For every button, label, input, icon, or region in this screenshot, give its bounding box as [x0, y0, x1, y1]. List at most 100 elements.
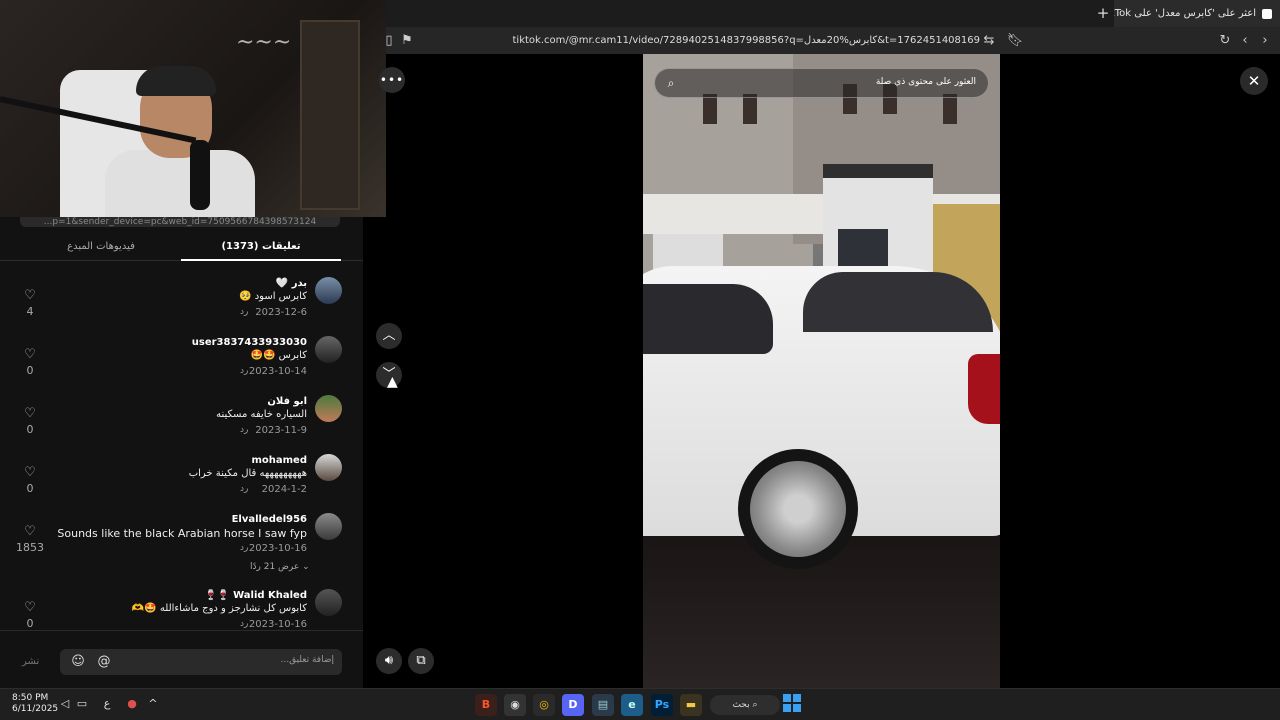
url-field[interactable]: tiktok.com/@mr.cam11/video/7289402514837… — [420, 33, 980, 49]
photoshop-icon[interactable]: Ps — [651, 694, 673, 716]
previous-video-button[interactable]: ︿ — [376, 323, 402, 349]
comment-username[interactable]: Elvalledel956 — [232, 514, 307, 525]
chevron-down-icon: ⌄ — [299, 562, 310, 572]
avatar[interactable] — [315, 336, 342, 363]
obs-icon[interactable]: ◉ — [504, 694, 526, 716]
avatar[interactable] — [315, 589, 342, 616]
comment-text: كابرس اسود 🥺 — [239, 291, 307, 302]
reply-button[interactable]: رد — [240, 366, 248, 376]
task-view-icon[interactable]: ▤ — [592, 694, 614, 716]
mouse-cursor-icon: ▲ — [387, 374, 398, 390]
bookmark-icon[interactable]: 🔖︎ — [1006, 32, 1024, 50]
comment-item: بدر 🤍 كابرس اسود 🥺 2023-12-6 رد ♡ 4 — [0, 277, 363, 335]
heart-icon[interactable]: ♡ — [23, 525, 37, 539]
taskbar: 8:50 PM 6/11/2025 ◁ ▭ ع ● ^ B ◉ ◎ D ▤ e … — [0, 688, 1280, 720]
video-window — [703, 94, 717, 124]
avatar[interactable] — [315, 454, 342, 481]
comment-date: 2023-11-9 — [255, 425, 307, 436]
comment-date: 2023-12-6 — [255, 307, 307, 318]
comment-input[interactable]: ☺ @ إضافة تعليق... — [60, 649, 342, 675]
microphone-image — [190, 140, 210, 210]
reply-button[interactable]: رد — [240, 619, 248, 629]
file-explorer-icon[interactable]: ▬ — [680, 694, 702, 716]
browser-tab[interactable]: اعثر على 'كابرس معدل' على TikTok — [1114, 0, 1280, 27]
back-icon[interactable]: › — [1256, 32, 1274, 50]
forward-icon[interactable]: ‹ — [1236, 32, 1254, 50]
like-count: 0 — [26, 423, 34, 436]
comment-username[interactable]: ابو فلان — [267, 396, 307, 407]
comment-item: user3837433933030 كابرس 🤩🤩 2023-10-14 رد… — [0, 336, 363, 394]
related-search-input[interactable]: ⌕ العثور على محتوى ذي صلة — [654, 68, 989, 98]
comment-username[interactable]: mohamed — [251, 455, 307, 466]
search-icon[interactable]: ⌕ — [663, 75, 679, 91]
comment-item: mohamed هههههههههه قال مكينة خراب 2024-1… — [0, 454, 363, 512]
like-count: 4 — [26, 305, 34, 318]
comment-username[interactable]: بدر 🤍 — [276, 278, 307, 289]
mention-icon[interactable]: @ — [96, 654, 112, 670]
comment-text: السياره خايفه مسكينه — [216, 409, 307, 420]
tab-creator-videos[interactable]: فيديوهات المبدع — [21, 237, 181, 261]
video-player[interactable] — [643, 54, 1000, 688]
avatar[interactable] — [315, 513, 342, 540]
reply-button[interactable]: رد — [240, 425, 248, 435]
reply-button[interactable]: رد — [240, 543, 248, 553]
brave-browser-icon[interactable]: B — [475, 694, 497, 716]
comment-date: 2023-10-16 — [248, 543, 307, 554]
comment-date: 2024-1-2 — [261, 484, 307, 495]
clock-date: 6/11/2025 — [12, 704, 59, 714]
input-language-indicator[interactable]: ع — [100, 697, 114, 711]
tab-comments[interactable]: تعليقات (1373) — [181, 237, 341, 261]
heart-icon[interactable]: ♡ — [23, 289, 37, 303]
video-rim — [750, 461, 846, 557]
share-link[interactable]: ...p=1&sender_device=pc&web_id=750956678… — [20, 217, 340, 227]
avatar[interactable] — [315, 395, 342, 422]
close-video-button[interactable]: ✕ — [1240, 67, 1268, 95]
taskbar-search-label: بحث — [732, 700, 750, 710]
avatar[interactable] — [315, 277, 342, 304]
heart-icon[interactable]: ♡ — [23, 466, 37, 480]
heart-icon[interactable]: ♡ — [23, 601, 37, 615]
comment-text: Sounds like the black Arabian horse I sa… — [57, 527, 307, 540]
taskbar-search[interactable]: ⌕ بحث — [710, 695, 780, 715]
comment-text: كابرس 🤩🤩 — [250, 350, 307, 361]
video-window — [743, 94, 757, 124]
comment-placeholder: إضافة تعليق... — [280, 655, 334, 665]
chrome-icon[interactable]: ◎ — [533, 694, 555, 716]
neon-sign-image: ~~~ — [236, 30, 292, 55]
emoji-icon[interactable]: ☺ — [70, 654, 86, 670]
speaker-icon[interactable]: ◁ — [58, 697, 72, 711]
reply-button[interactable]: رد — [240, 307, 248, 317]
heart-icon[interactable]: ♡ — [23, 407, 37, 421]
volume-icon[interactable]: 🔊︎ — [376, 648, 402, 674]
site-settings-icon[interactable]: ⇆ — [980, 32, 998, 50]
tiktok-favicon-icon — [1262, 8, 1272, 19]
search-icon: ⌕ — [749, 700, 758, 710]
windows-start-icon[interactable] — [783, 694, 801, 712]
view-replies-label: عرض 21 ردًا — [250, 562, 300, 572]
reply-button[interactable]: رد — [240, 484, 248, 494]
clock-time: 8:50 PM — [12, 693, 49, 703]
video-taillight — [968, 354, 1000, 424]
heart-icon[interactable]: ♡ — [23, 348, 37, 362]
comment-date: 2023-10-14 — [248, 366, 307, 377]
chevron-up-icon[interactable]: ^ — [146, 697, 160, 711]
video-car-window — [643, 284, 773, 354]
discord-icon[interactable]: D — [562, 694, 584, 716]
microphone-icon[interactable]: ● — [125, 697, 139, 711]
view-replies-button[interactable]: ⌄ عرض 21 ردًا — [250, 562, 310, 572]
new-tab-button[interactable]: + — [1094, 4, 1112, 22]
picture-in-picture-icon[interactable]: ⧉ — [408, 648, 434, 674]
edge-icon[interactable]: e — [621, 694, 643, 716]
more-options-button[interactable]: ••• — [379, 67, 405, 93]
person-body-image — [105, 150, 255, 217]
brave-shields-icon[interactable]: ⚑ — [398, 32, 416, 50]
video-pump-screen — [838, 229, 888, 267]
like-count: 0 — [26, 617, 34, 630]
system-clock[interactable]: 8:50 PM 6/11/2025 — [12, 693, 58, 715]
video-car-window — [803, 272, 993, 332]
comment-username[interactable]: user3837433933030 — [192, 337, 307, 348]
post-button[interactable]: نشر — [22, 656, 39, 667]
comment-username[interactable]: Walid Khaled 🍷🍷 — [205, 590, 307, 601]
reload-icon[interactable]: ↻ — [1216, 32, 1234, 50]
network-icon[interactable]: ▭ — [75, 697, 89, 711]
